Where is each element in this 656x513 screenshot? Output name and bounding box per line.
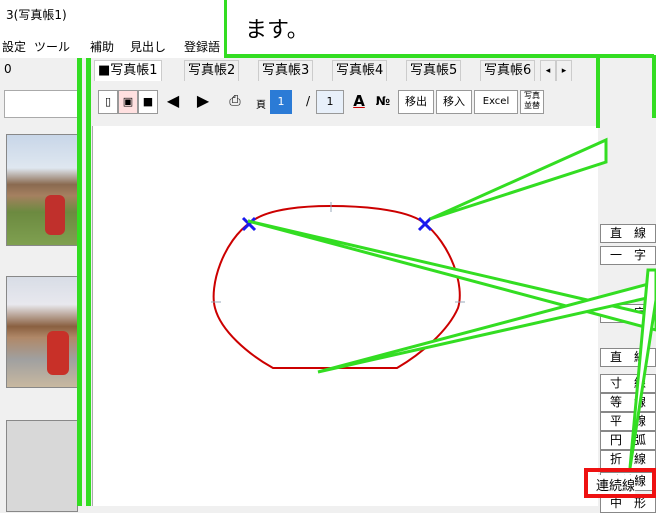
callout-pointers xyxy=(247,137,656,469)
highlight-continuous-line: 連続線 xyxy=(584,468,656,498)
highlight-label: 連続線 xyxy=(596,475,636,494)
callout-pointer-left-marker xyxy=(247,219,656,332)
callout-pointer-curve xyxy=(317,280,656,374)
callout-pointer-right-marker xyxy=(429,137,608,221)
